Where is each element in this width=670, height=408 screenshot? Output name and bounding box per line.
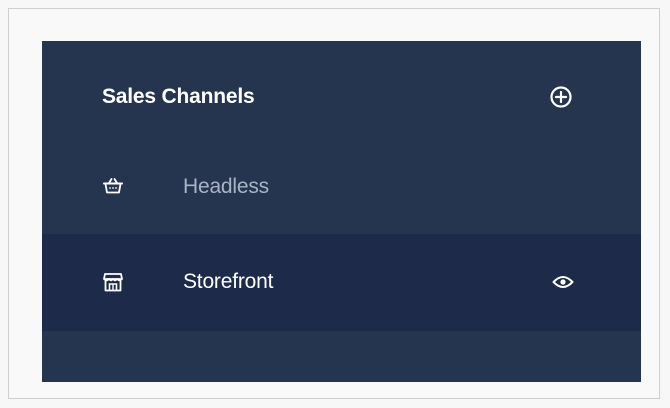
sidebar-item-headless[interactable]: Headless	[42, 138, 641, 234]
add-sales-channel-button[interactable]	[549, 85, 573, 109]
sales-channels-header: Sales Channels	[42, 41, 641, 153]
sales-channels-panel: Sales Channels Headless Storefront	[42, 41, 641, 382]
sidebar-item-label: Headless	[183, 175, 269, 198]
view-storefront-button[interactable]	[552, 274, 574, 290]
sidebar-item-label: Storefront	[183, 270, 274, 293]
storefront-icon	[102, 271, 124, 293]
eye-icon	[552, 276, 574, 288]
sidebar-item-storefront[interactable]: Storefront	[42, 234, 641, 331]
basket-icon	[102, 175, 124, 197]
plus-circle-icon	[550, 86, 572, 108]
sales-channels-title: Sales Channels	[102, 85, 255, 108]
